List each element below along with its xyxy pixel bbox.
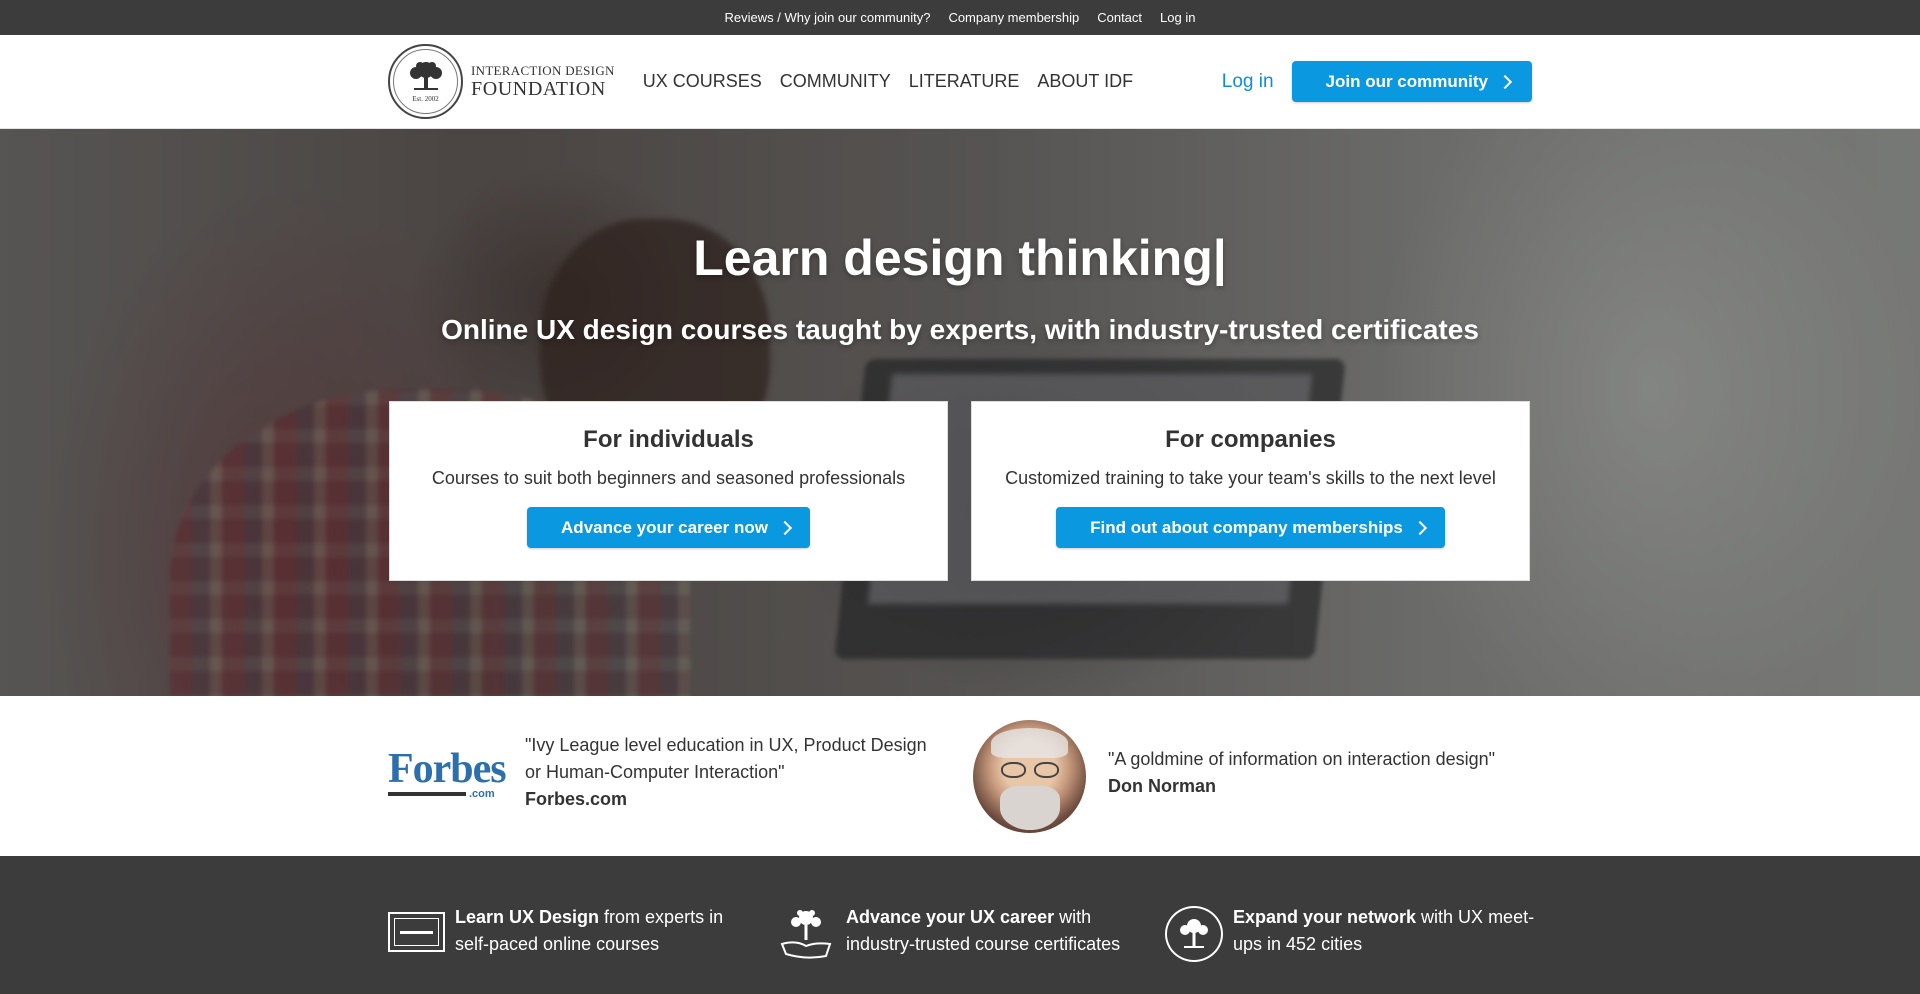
forbes-logo-line [388, 792, 466, 796]
card-companies-title: For companies [1165, 426, 1336, 453]
feature-learn-text: Learn UX Design from experts in self-pac… [455, 904, 748, 958]
chevron-right-icon [1497, 74, 1513, 89]
features-strip: Learn UX Design from experts in self-pac… [0, 856, 1920, 994]
card-individuals-title: For individuals [583, 426, 754, 453]
advance-career-button[interactable]: Advance your career now [527, 507, 810, 548]
card-individuals-text: Courses to suit both beginners and seaso… [431, 468, 906, 488]
forbes-quote: "Ivy League level education in UX, Produ… [525, 732, 945, 813]
card-companies: For companies Customized training to tak… [971, 401, 1530, 581]
don-norman-avatar [973, 720, 1086, 833]
chevron-right-icon [1412, 520, 1427, 535]
forbes-logo: Forbes .com [388, 746, 507, 800]
card-companies-text: Customized training to take your team's … [1005, 468, 1496, 488]
logo-wordmark: INTERACTION DESIGN FOUNDATION [471, 64, 615, 99]
avatar-beard [1000, 786, 1060, 830]
feature-network-text: Expand your network with UX meet-ups in … [1233, 904, 1545, 962]
forbes-logo-com: .com [469, 788, 495, 800]
logo-line-2: FOUNDATION [471, 78, 606, 100]
avatar-hair [991, 728, 1068, 758]
topbar-link-company-membership[interactable]: Company membership [948, 10, 1079, 25]
nav-item-ux-courses[interactable]: UX COURSES [643, 71, 762, 92]
logo-line-1: INTERACTION DESIGN [471, 63, 615, 78]
tree-icon [409, 62, 442, 90]
main-header: Est. 2002 INTERACTION DESIGN FOUNDATION … [0, 35, 1920, 129]
topbar-link-reviews[interactable]: Reviews / Why join our community? [725, 10, 931, 25]
norman-quote-text: "A goldmine of information on interactio… [1108, 749, 1496, 769]
card-individuals: For individuals Courses to suit both beg… [389, 401, 948, 581]
join-community-button[interactable]: Join our community [1291, 61, 1532, 102]
idf-logo[interactable]: Est. 2002 INTERACTION DESIGN FOUNDATION [388, 44, 615, 119]
nav-item-community[interactable]: COMMUNITY [780, 71, 891, 92]
hero-section: Learn design thinking| Online UX design … [0, 129, 1920, 696]
feature-network-bold: Expand your network [1233, 907, 1417, 927]
norman-quote-author: Don Norman [1108, 776, 1216, 796]
feature-learn: Learn UX Design from experts in self-pac… [388, 904, 748, 958]
chevron-right-icon [777, 520, 793, 535]
company-memberships-button[interactable]: Find out about company memberships [1056, 507, 1445, 548]
feature-learn-bold: Learn UX Design [455, 907, 600, 927]
advance-career-label: Advance your career now [561, 517, 768, 537]
forbes-quote-text: "Ivy League level education in UX, Produ… [525, 735, 927, 782]
feature-network: Expand your network with UX meet-ups in … [1165, 904, 1545, 962]
company-memberships-label: Find out about company memberships [1090, 517, 1403, 537]
forbes-quote-author: Forbes.com [525, 789, 628, 809]
nav-item-literature[interactable]: LITERATURE [909, 71, 1020, 92]
feature-advance-bold: Advance your UX career [846, 907, 1055, 927]
top-utility-bar: Reviews / Why join our community? Compan… [0, 0, 1920, 35]
join-community-label: Join our community [1325, 71, 1488, 91]
avatar-glasses [1001, 762, 1059, 778]
hero-title: Learn design thinking| [693, 230, 1227, 286]
hero-content: Learn design thinking| Online UX design … [0, 129, 1920, 696]
topbar-link-login[interactable]: Log in [1160, 10, 1195, 25]
forbes-logo-word: Forbes [388, 746, 507, 792]
header-container: Est. 2002 INTERACTION DESIGN FOUNDATION … [388, 35, 1532, 128]
login-link[interactable]: Log in [1222, 71, 1274, 93]
hero-subtitle: Online UX design courses taught by exper… [441, 314, 1479, 345]
feature-advance: Advance your UX career with industry-tru… [776, 904, 1156, 962]
tree-seal-icon: Est. 2002 [388, 44, 463, 119]
topbar-link-contact[interactable]: Contact [1097, 10, 1142, 25]
tree-circle-icon [1165, 906, 1223, 962]
certificate-icon [388, 912, 445, 952]
main-nav: UX COURSES COMMUNITY LITERATURE ABOUT ID… [643, 71, 1133, 92]
testimonials-section: Forbes .com "Ivy League level education … [0, 696, 1920, 856]
feature-advance-text: Advance your UX career with industry-tru… [846, 904, 1156, 962]
tree-hand-icon [776, 906, 836, 962]
nav-item-about-idf[interactable]: ABOUT IDF [1037, 71, 1133, 92]
logo-est: Est. 2002 [412, 95, 439, 103]
header-actions: Log in Join our community [1222, 61, 1532, 102]
norman-quote: "A goldmine of information on interactio… [1108, 746, 1548, 800]
